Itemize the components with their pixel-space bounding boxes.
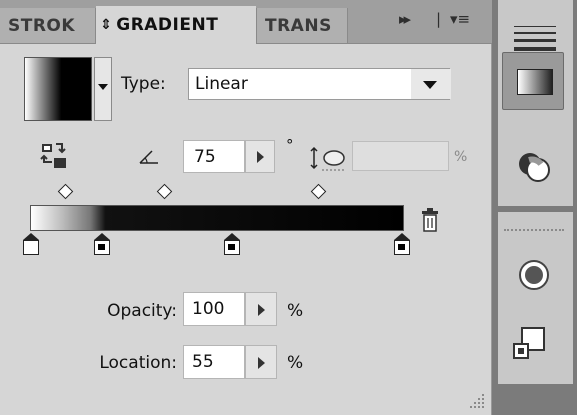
- tab-stroke-label: STROK: [8, 15, 76, 36]
- color-stop-white[interactable]: [23, 233, 39, 256]
- reverse-gradient-icon[interactable]: [40, 142, 68, 170]
- resize-grip-icon[interactable]: [466, 392, 486, 410]
- panel-tab-bar: STROK TRANS ⇕ GRADIENT ▸▸ | ▾≡: [0, 0, 492, 44]
- angle-stepper-button[interactable]: [245, 140, 275, 173]
- location-input[interactable]: 55: [183, 345, 245, 379]
- transparency-icon[interactable]: [504, 138, 566, 196]
- gradient-slider[interactable]: [23, 180, 410, 265]
- gradient-swatch[interactable]: [24, 57, 92, 121]
- aspect-ratio-input[interactable]: [352, 141, 449, 171]
- type-select[interactable]: Linear: [188, 68, 451, 100]
- tab-stroke[interactable]: STROK: [0, 8, 96, 43]
- opacity-unit: %: [287, 301, 304, 321]
- opacity-value: 100: [192, 299, 225, 319]
- midpoint-diamond[interactable]: [57, 183, 74, 200]
- aspect-ratio-icon: [310, 146, 346, 171]
- stop-fill: [228, 244, 235, 250]
- gradient-panel: STROK TRANS ⇕ GRADIENT ▸▸ | ▾≡ Type: Lin…: [0, 0, 492, 415]
- trash-icon[interactable]: [420, 207, 440, 233]
- location-unit: %: [287, 353, 304, 373]
- angle-value: 75: [194, 147, 216, 167]
- type-value: Linear: [195, 74, 248, 94]
- opacity-input[interactable]: 100: [183, 292, 245, 326]
- type-label: Type:: [121, 74, 166, 94]
- gradient-tool-button[interactable]: [502, 52, 564, 110]
- location-value: 55: [192, 352, 214, 372]
- color-stop-black[interactable]: [94, 233, 110, 256]
- tab-transparency[interactable]: TRANS: [256, 8, 348, 43]
- stop-pointer: [94, 233, 110, 240]
- sort-arrows-icon: ⇕: [100, 17, 113, 33]
- midpoint-diamond[interactable]: [156, 183, 173, 200]
- stop-fill: [398, 244, 405, 250]
- dock-separator: [504, 229, 564, 233]
- stop-box: [394, 240, 410, 255]
- swatch-dropdown-button[interactable]: [94, 57, 112, 121]
- stop-fill: [98, 244, 105, 250]
- stop-box: [224, 240, 240, 255]
- stop-pointer: [224, 233, 240, 240]
- aspect-ratio-unit: %: [454, 149, 468, 165]
- chevron-down-icon[interactable]: [411, 69, 451, 99]
- location-label: Location:: [99, 353, 177, 373]
- gradient-ramp[interactable]: [30, 205, 404, 231]
- location-stepper-button[interactable]: [245, 345, 277, 379]
- tab-gradient-label: GRADIENT: [116, 15, 219, 35]
- angle-icon: [139, 150, 158, 164]
- opacity-stepper-button[interactable]: [245, 292, 277, 326]
- panel-dock-toolbar: [492, 0, 577, 415]
- angle-input[interactable]: 75: [183, 140, 245, 173]
- stop-box: [23, 240, 39, 255]
- tab-gradient[interactable]: ⇕ GRADIENT: [96, 6, 256, 44]
- color-stop-black[interactable]: [224, 233, 240, 256]
- midpoint-diamond[interactable]: [310, 183, 327, 200]
- appearance-icon[interactable]: [504, 246, 566, 304]
- tab-separator: |: [436, 10, 442, 28]
- degree-symbol: °: [286, 136, 294, 154]
- tab-transparency-label: TRANS: [265, 15, 332, 36]
- opacity-label: Opacity:: [107, 301, 177, 321]
- stop-pointer: [23, 233, 39, 240]
- color-stop-black[interactable]: [394, 233, 410, 256]
- panel-menu-icon[interactable]: ▾≡: [450, 10, 470, 28]
- stop-box: [94, 240, 110, 255]
- gradient-tool-icon: [517, 69, 553, 95]
- fast-forward-icon[interactable]: ▸▸: [399, 10, 411, 28]
- stop-pointer: [394, 233, 410, 240]
- align-icon[interactable]: [504, 316, 566, 374]
